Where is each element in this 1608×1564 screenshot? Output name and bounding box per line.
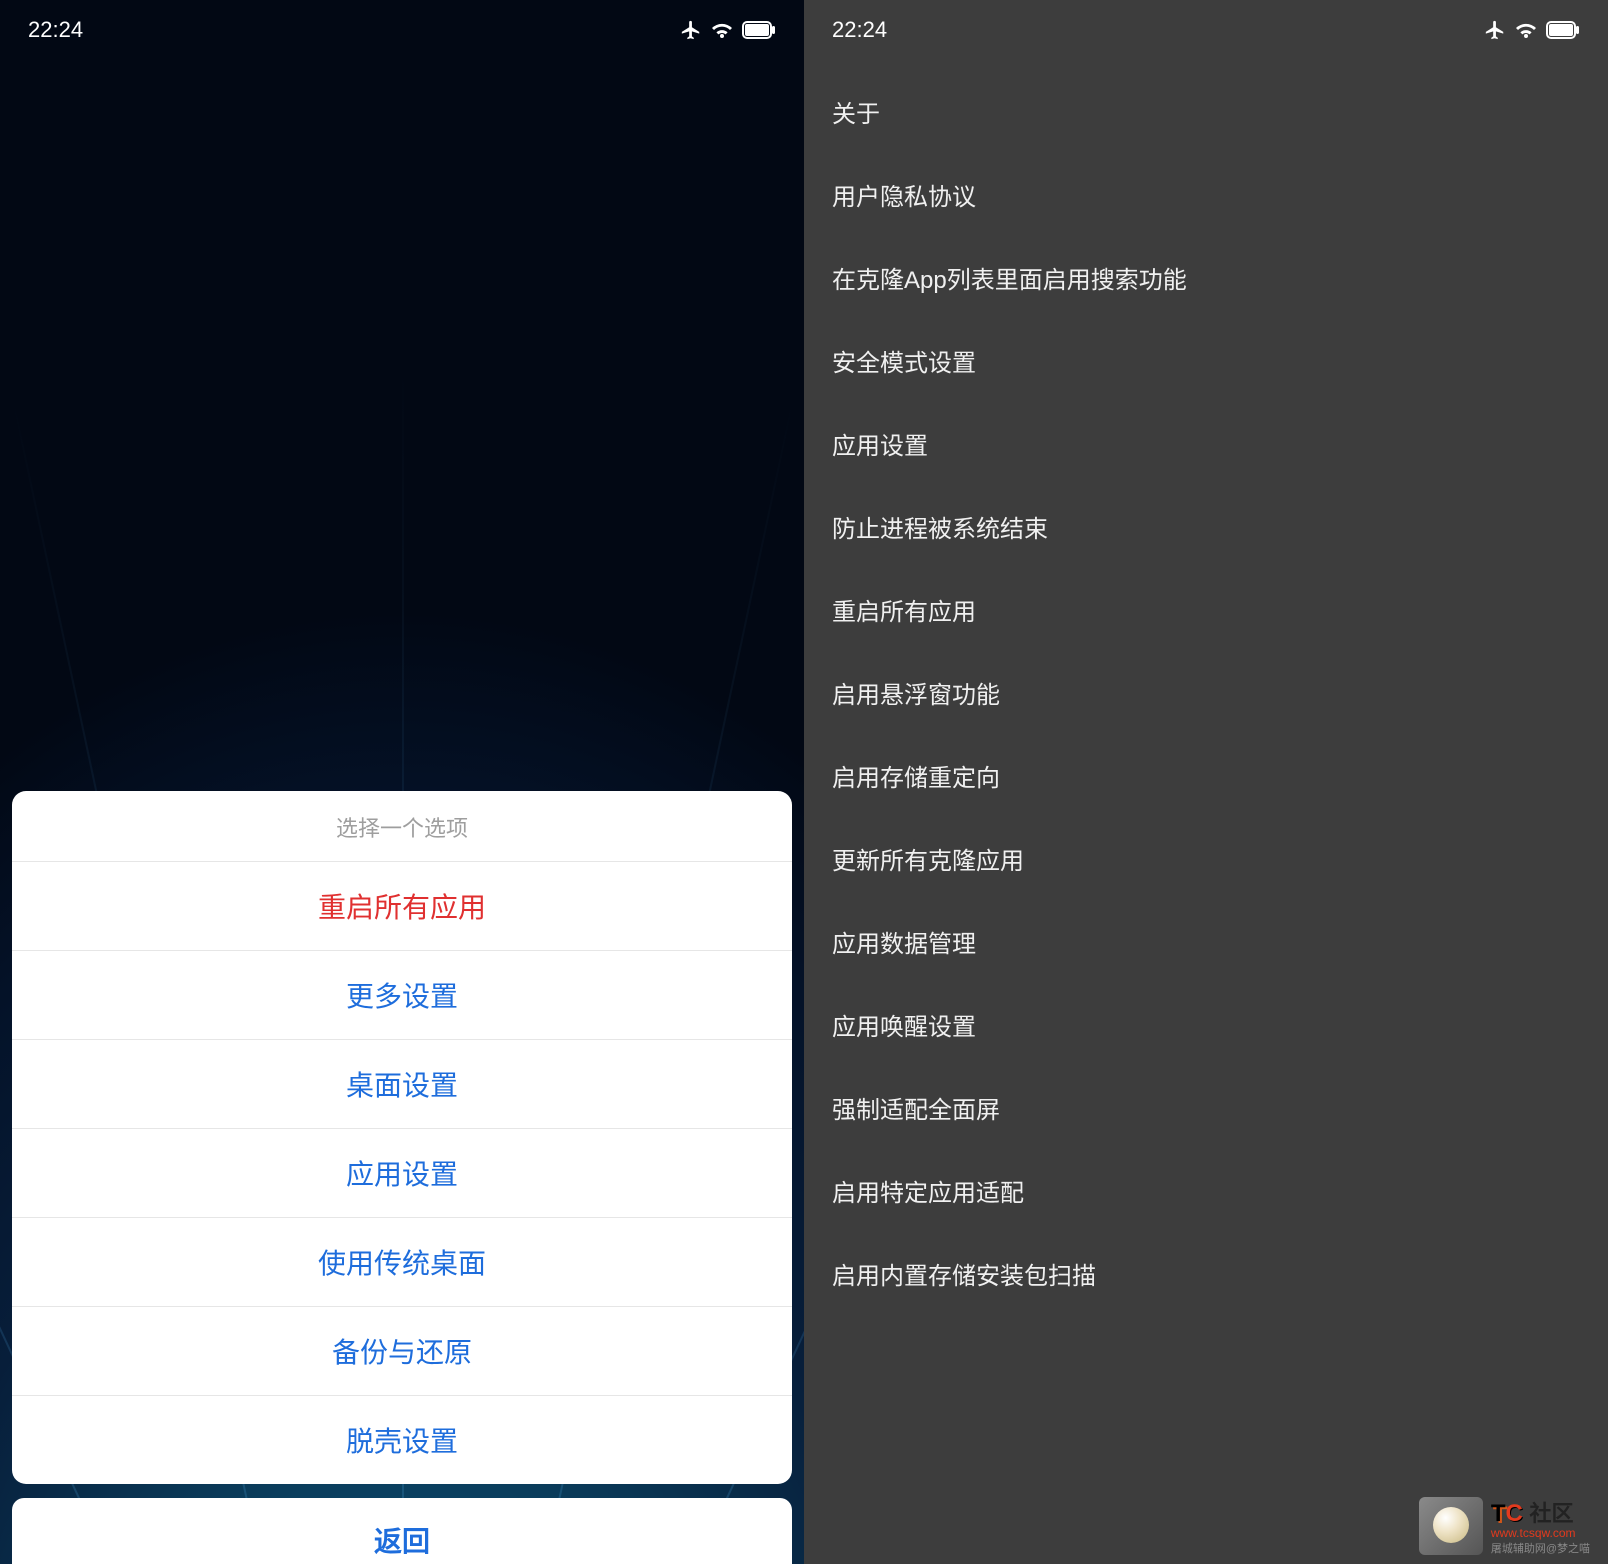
screen-left: 22:24 选择一个选项 重启所有应用 [0,0,804,1564]
option-restart-all-apps[interactable]: 重启所有应用 [12,862,792,951]
watermark-tagline: 屠城辅助网@梦之喵 [1491,1540,1590,1556]
settings-item-update-clones[interactable]: 更新所有克隆应用 [804,817,1608,900]
option-app-settings[interactable]: 应用设置 [12,1129,792,1218]
settings-item-wakeup-settings[interactable]: 应用唤醒设置 [804,983,1608,1066]
screen-right: 22:24 关于 用户隐私协议 在克隆App列表里面启用搜索功能 安全模式设置 … [804,0,1608,1564]
status-bar: 22:24 [0,0,804,60]
wifi-icon [710,20,734,40]
status-time: 22:24 [28,17,83,43]
airplane-icon [1484,19,1506,41]
option-more-settings[interactable]: 更多设置 [12,951,792,1040]
settings-item-storage-scan[interactable]: 启用内置存储安装包扫描 [804,1232,1608,1315]
option-desktop-settings[interactable]: 桌面设置 [12,1040,792,1129]
settings-item-specific-adapt[interactable]: 启用特定应用适配 [804,1149,1608,1232]
settings-item-storage-redirect[interactable]: 启用存储重定向 [804,734,1608,817]
settings-item-floating-window[interactable]: 启用悬浮窗功能 [804,651,1608,734]
settings-item-privacy[interactable]: 用户隐私协议 [804,153,1608,236]
settings-list: 关于 用户隐私协议 在克隆App列表里面启用搜索功能 安全模式设置 应用设置 防… [804,60,1608,1315]
option-unshell-settings[interactable]: 脱壳设置 [12,1396,792,1484]
watermark-logo-icon [1419,1497,1483,1555]
settings-item-restart-all[interactable]: 重启所有应用 [804,568,1608,651]
settings-item-clone-search[interactable]: 在克隆App列表里面启用搜索功能 [804,236,1608,319]
settings-item-about[interactable]: 关于 [804,70,1608,153]
settings-item-app-settings[interactable]: 应用设置 [804,402,1608,485]
airplane-icon [680,19,702,41]
status-time: 22:24 [832,17,887,43]
action-sheet-cancel[interactable]: 返回 [12,1498,792,1564]
battery-icon [1546,21,1580,39]
watermark-brand-c: C [1506,1500,1523,1527]
option-use-traditional-desktop[interactable]: 使用传统桌面 [12,1218,792,1307]
status-bar: 22:24 [804,0,1608,60]
option-backup-restore[interactable]: 备份与还原 [12,1307,792,1396]
wifi-icon [1514,20,1538,40]
settings-item-safe-mode[interactable]: 安全模式设置 [804,319,1608,402]
settings-item-app-data-mgmt[interactable]: 应用数据管理 [804,900,1608,983]
watermark-text: TC 社区 www.tcsqw.com 屠城辅助网@梦之喵 [1491,1496,1590,1556]
action-sheet-title: 选择一个选项 [12,791,792,862]
watermark-url: www.tcsqw.com [1491,1526,1590,1540]
watermark: TC 社区 www.tcsqw.com 屠城辅助网@梦之喵 [1419,1496,1590,1556]
settings-item-force-fullscreen[interactable]: 强制适配全面屏 [804,1066,1608,1149]
settings-item-prevent-kill[interactable]: 防止进程被系统结束 [804,485,1608,568]
action-sheet-list: 选择一个选项 重启所有应用 更多设置 桌面设置 应用设置 使用传统桌面 备份与还… [12,791,792,1484]
battery-icon [742,21,776,39]
action-sheet: 选择一个选项 重启所有应用 更多设置 桌面设置 应用设置 使用传统桌面 备份与还… [12,791,792,1564]
